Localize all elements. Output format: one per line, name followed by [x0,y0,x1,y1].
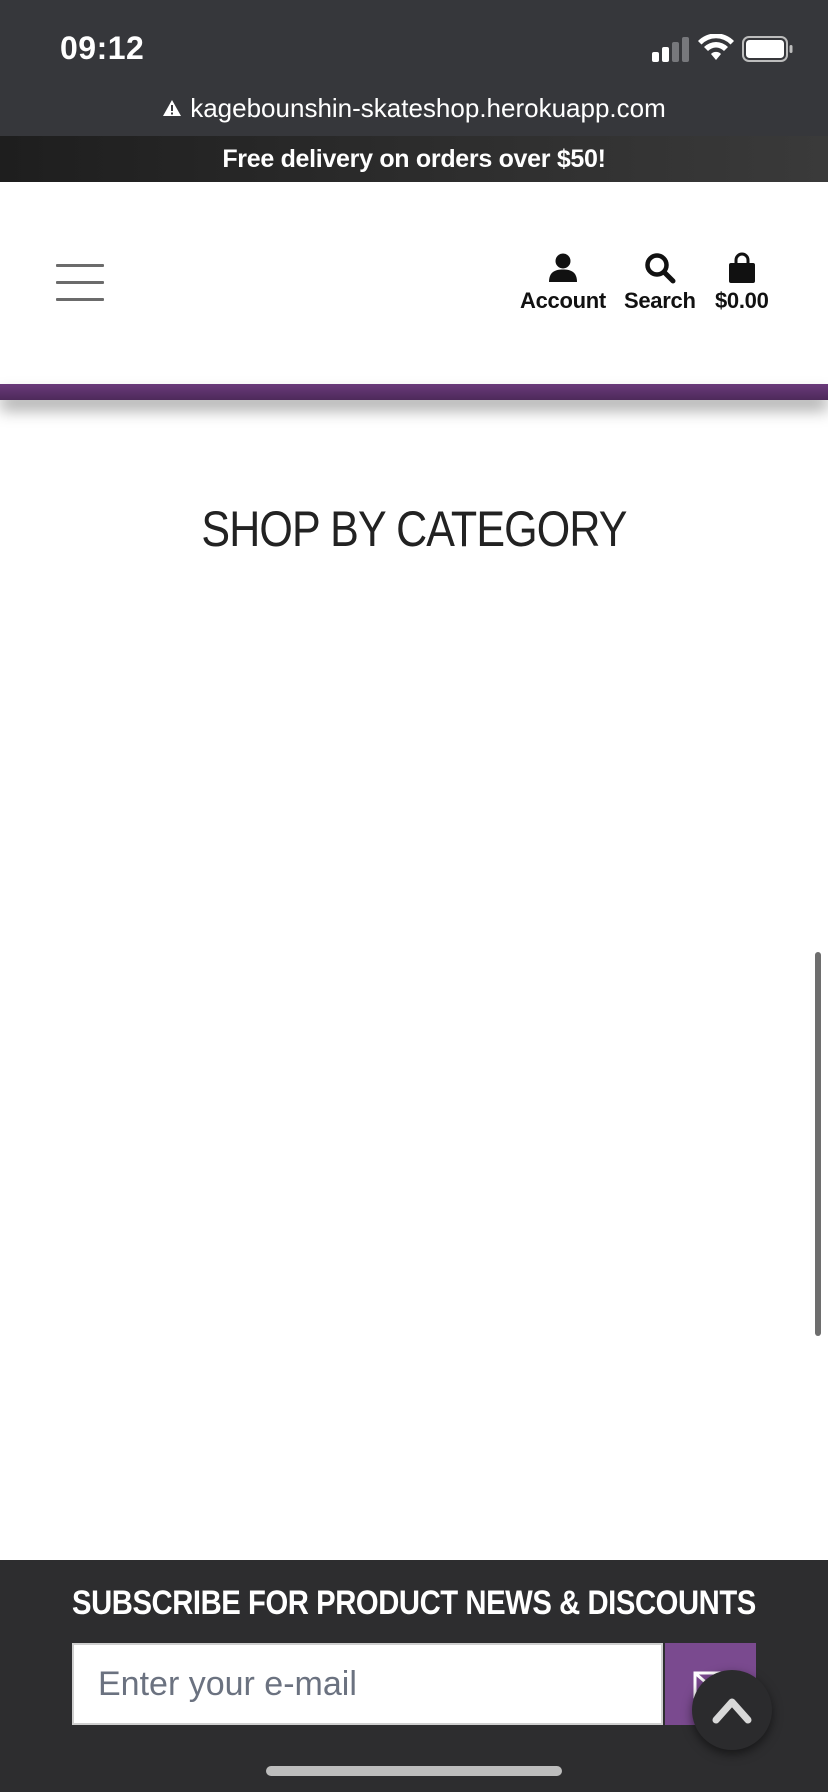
search-link[interactable]: Search [624,252,696,314]
page-scrollbar[interactable] [815,952,821,1336]
status-bar: 09:12 kagebounshin-skateshop.herokuapp.c… [0,0,828,136]
warning-icon [163,100,182,116]
address-bar[interactable]: kagebounshin-skateshop.herokuapp.com [0,90,828,126]
account-label: Account [520,288,606,313]
header-accent-bar [0,384,828,400]
account-link[interactable]: Account [520,252,606,314]
promo-text: Free delivery on orders over $50! [222,144,606,173]
url-text: kagebounshin-skateshop.herokuapp.com [190,92,666,123]
hamburger-icon[interactable] [56,264,104,302]
signal-icon [652,37,692,62]
promo-banner: Free delivery on orders over $50! [0,136,828,182]
site-header [0,182,828,384]
home-indicator[interactable] [266,1766,562,1776]
section-title: SHOP BY CATEGORY [201,501,627,557]
search-icon [645,253,676,284]
wifi-icon [698,34,734,60]
shopping-bag-icon [728,252,755,283]
cart-total: $0.00 [715,288,769,313]
search-label: Search [624,288,696,313]
subscribe-title: SUBSCRIBE FOR PRODUCT NEWS & DISCOUNTS [72,1584,756,1622]
page: 09:12 kagebounshin-skateshop.herokuapp.c… [0,0,828,1792]
user-icon [548,253,577,282]
email-field[interactable] [72,1643,663,1725]
chevron-up-icon [712,1698,752,1724]
back-to-top-button[interactable] [692,1670,772,1750]
cart-link[interactable]: $0.00 [715,252,769,314]
status-time: 09:12 [60,30,145,66]
battery-icon [742,36,793,62]
